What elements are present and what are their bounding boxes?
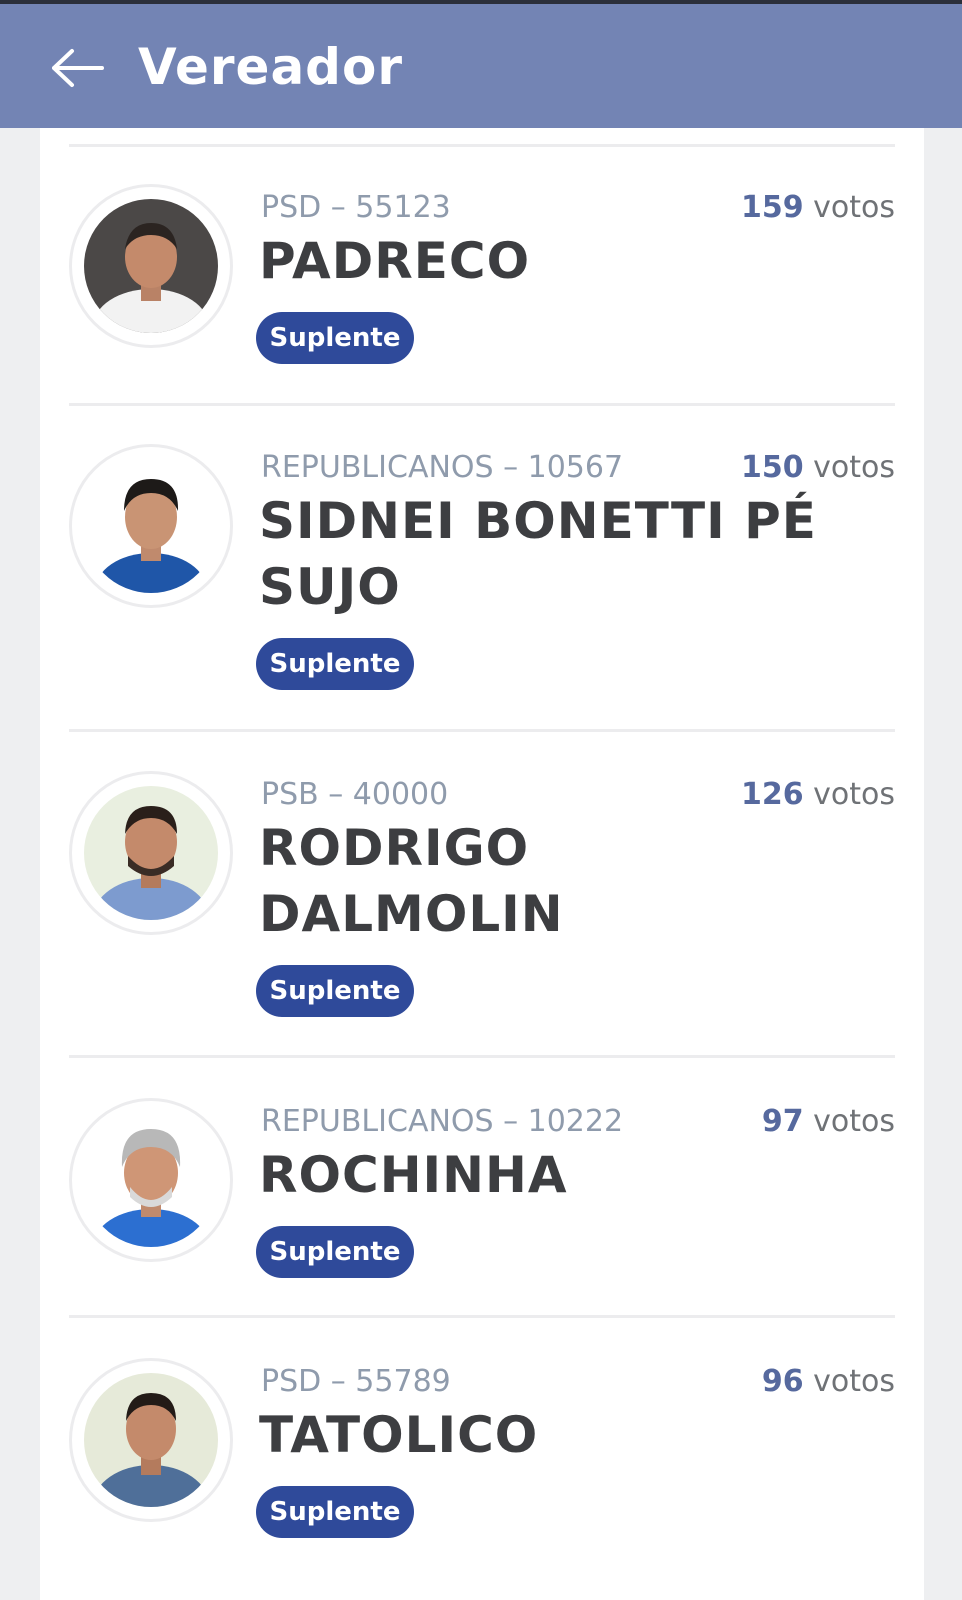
candidate-name: RODRIGO DALMOLIN	[259, 819, 564, 943]
candidate-votes: 97 votos	[762, 1104, 895, 1139]
candidate-votes: 126 votos	[741, 777, 895, 812]
arrow-left-icon[interactable]	[52, 48, 104, 88]
candidate-avatar	[69, 1358, 233, 1522]
votes-count: 97	[761, 1104, 804, 1139]
votes-label: votos	[813, 190, 895, 225]
votes-count: 159	[740, 190, 804, 225]
candidate-votes: 150 votos	[741, 450, 895, 485]
list-divider	[69, 144, 895, 147]
candidate-votes: 96 votos	[762, 1364, 895, 1399]
candidate-party: PSD – 55789	[261, 1364, 451, 1399]
candidate-name: PADRECO	[259, 232, 531, 290]
page-title: Vereador	[138, 38, 403, 96]
candidate-avatar	[69, 1098, 233, 1262]
votes-count: 150	[740, 450, 804, 485]
votes-label: votos	[813, 1104, 895, 1139]
list-divider	[69, 729, 895, 732]
candidate-votes: 159 votos	[741, 190, 895, 225]
candidate-party: PSB – 40000	[261, 777, 449, 812]
candidate-party: REPUBLICANOS – 10567	[261, 450, 624, 485]
votes-label: votos	[813, 450, 895, 485]
app-header: Vereador	[0, 0, 962, 128]
candidate-name: TATOLICO	[259, 1406, 539, 1464]
votes-count: 126	[740, 777, 804, 812]
status-badge: Suplente	[256, 965, 414, 1017]
person-photo-icon	[84, 1113, 218, 1247]
person-photo-icon	[84, 459, 218, 593]
status-badge: Suplente	[256, 1486, 414, 1538]
candidate-party: REPUBLICANOS – 10222	[261, 1104, 624, 1139]
status-badge: Suplente	[256, 638, 414, 690]
candidate-party: PSD – 55123	[261, 190, 451, 225]
person-photo-icon	[84, 786, 218, 920]
person-photo-icon	[84, 1373, 218, 1507]
status-badge: Suplente	[256, 312, 414, 364]
candidate-avatar	[69, 771, 233, 935]
candidate-avatar	[69, 184, 233, 348]
list-divider	[69, 1315, 895, 1318]
votes-label: votos	[813, 1364, 895, 1399]
status-badge: Suplente	[256, 1226, 414, 1278]
candidate-avatar	[69, 444, 233, 608]
votes-count: 96	[761, 1364, 804, 1399]
candidate-name: ROCHINHA	[259, 1146, 568, 1204]
person-photo-icon	[84, 199, 218, 333]
candidate-list: PSD – 55123 159 votos PADRECO Suplente R…	[40, 128, 924, 1600]
list-divider	[69, 403, 895, 406]
candidate-name: SIDNEI BONETTI PÉ SUJO	[259, 492, 817, 616]
list-divider	[69, 1055, 895, 1058]
votes-label: votos	[813, 777, 895, 812]
